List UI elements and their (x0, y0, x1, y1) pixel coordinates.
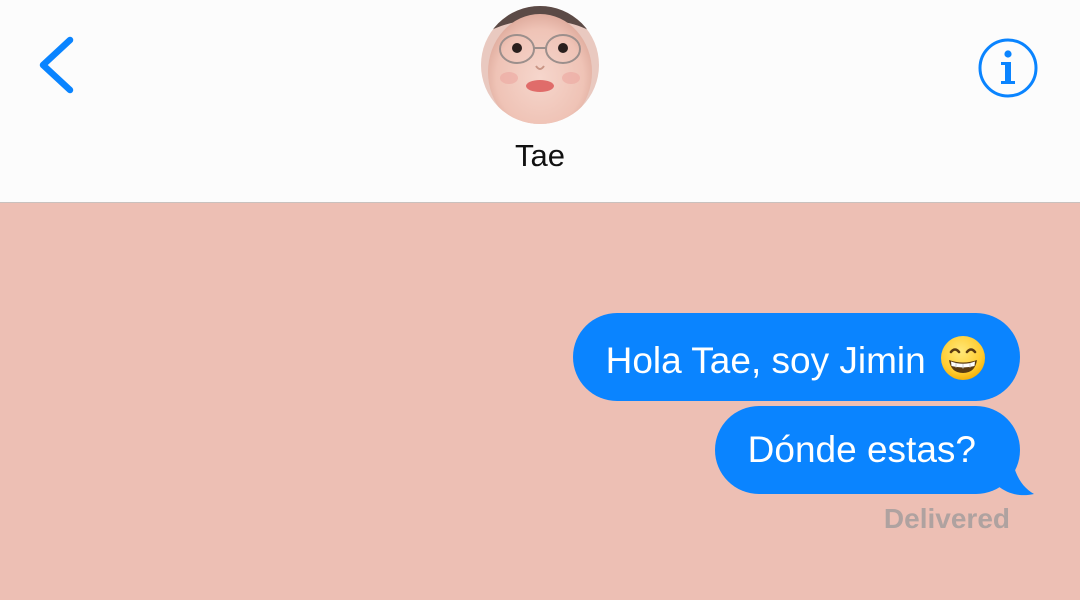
chevron-left-icon (39, 36, 74, 94)
message-bubble[interactable]: Hola Tae, soy Jimin (572, 313, 1020, 401)
contact-avatar[interactable] (481, 6, 599, 124)
info-button[interactable] (977, 37, 1039, 99)
message-text: Dónde estas? (747, 429, 976, 470)
grinning-face-icon (941, 336, 985, 380)
messages-screen: Tae Hola Tae, soy Jimin Dónde estas? Del… (0, 0, 1080, 600)
message-text: Hola Tae, soy Jimin (605, 340, 926, 381)
info-icon (978, 38, 1038, 98)
avatar-photo (481, 6, 599, 124)
back-button[interactable] (30, 30, 90, 100)
contact-name[interactable]: Tae (0, 138, 1080, 174)
conversation-header: Tae (0, 0, 1080, 203)
delivery-status: Delivered (883, 503, 1010, 534)
message-bubble[interactable]: Dónde estas? (714, 406, 1020, 494)
